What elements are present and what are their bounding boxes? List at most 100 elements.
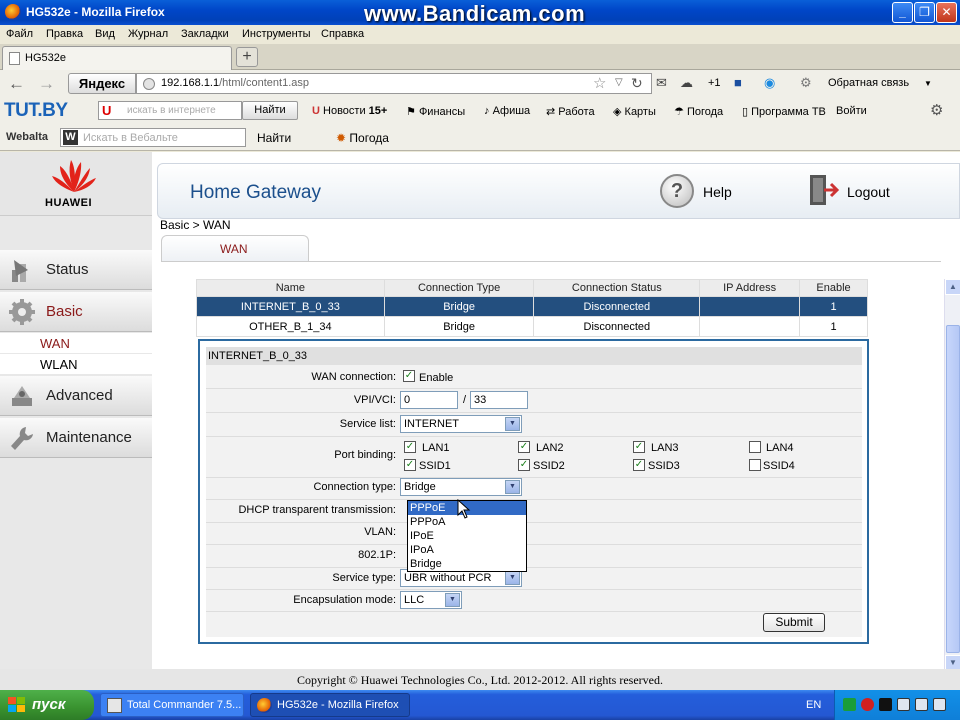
tray-magnifier3-icon[interactable] (933, 698, 946, 711)
table-row[interactable]: INTERNET_B_0_33 Bridge Disconnected 1 (196, 296, 868, 317)
tutby-login-link[interactable]: Войти (836, 105, 867, 117)
option-ipoa[interactable]: IPoA (408, 543, 526, 557)
menu-bookmarks[interactable]: Закладки (181, 28, 229, 40)
close-button[interactable]: ✕ (936, 2, 957, 23)
tutby-jobs-link[interactable]: ⇄ Работа (546, 105, 595, 118)
menu-file[interactable]: Файл (6, 28, 33, 40)
taskbar-item-firefox[interactable]: HG532e - Mozilla Firefox (250, 693, 410, 717)
tray-app-icon[interactable] (879, 698, 892, 711)
service-list-value: INTERNET (404, 418, 459, 430)
logout-link[interactable]: Logout (847, 184, 890, 200)
wan-enable-checkbox[interactable]: ✓ (403, 370, 415, 382)
webalta-logo[interactable]: Webalta (6, 131, 48, 143)
tab-wan[interactable]: WAN (161, 235, 309, 261)
settings-icon[interactable]: ⚙ (800, 75, 812, 91)
new-tab-button[interactable]: + (236, 47, 258, 67)
feedback-link[interactable]: Обратная связь (828, 77, 909, 89)
option-ipoe[interactable]: IPoE (408, 529, 526, 543)
tutby-maps-link[interactable]: ◈ Карты (613, 105, 656, 118)
page-title: Home Gateway (190, 182, 321, 203)
bookmark-star-icon[interactable]: ☆ (593, 74, 606, 92)
sidebar-item-status[interactable]: Status (0, 250, 152, 290)
wan-connections-table: Name Connection Type Connection Status I… (196, 279, 868, 337)
tutby-search-input[interactable]: U искать в интернете (98, 101, 242, 120)
port-lan4-checkbox[interactable] (749, 441, 761, 453)
sidebar-item-maintenance[interactable]: Maintenance (0, 418, 152, 458)
webalta-find-button[interactable]: Найти (257, 131, 291, 145)
webalta-search-input[interactable]: W Искать в Вебальте (60, 128, 246, 147)
sidebar-subitem-wan-label: WAN (40, 336, 70, 351)
tab-hg532e[interactable]: HG532e (2, 46, 232, 70)
tray-magnifier-icon[interactable] (897, 698, 910, 711)
port-lan1-checkbox[interactable]: ✓ (404, 441, 416, 453)
tutby-news-link[interactable]: U Новости 15+ (312, 105, 387, 117)
tutby-gear-icon[interactable]: ⚙ (930, 101, 943, 119)
tutby-find-button[interactable]: Найти (242, 101, 298, 120)
menu-view[interactable]: Вид (95, 28, 115, 40)
column-header-connection-type: Connection Type (383, 279, 535, 297)
sidebar-item-advanced[interactable]: Advanced (0, 376, 152, 416)
column-header-name: Name (196, 279, 385, 297)
back-icon[interactable]: ← (8, 74, 25, 94)
help-link[interactable]: Help (703, 184, 732, 200)
vpi-input[interactable]: 0 (400, 391, 458, 409)
port-ssid1-checkbox[interactable]: ✓ (404, 459, 416, 471)
help-icon[interactable]: ? (660, 174, 694, 208)
cloud-icon[interactable]: ☁ (680, 75, 693, 91)
feedback-dropdown-icon[interactable]: ▼ (924, 79, 932, 88)
start-button[interactable]: пуск (0, 690, 94, 720)
restore-button[interactable]: ❐ (914, 2, 935, 23)
port-ssid4-checkbox[interactable] (749, 459, 761, 471)
tutby-weather-link[interactable]: ☂ Погода (674, 105, 723, 118)
tutby-finance-link[interactable]: ⚑ Финансы (406, 105, 465, 118)
sidebar-subitem-wan[interactable]: WAN (0, 333, 152, 353)
tutby-logo[interactable]: TUT.BY (4, 100, 68, 122)
mail-icon[interactable]: ✉ (656, 75, 667, 91)
tray-magnifier2-icon[interactable] (915, 698, 928, 711)
scroll-up-icon[interactable]: ▲ (945, 279, 960, 295)
port-lan2-checkbox[interactable]: ✓ (518, 441, 530, 453)
sidebar: HUAWEI Status Basic WAN WLAN Advanced Ma… (0, 152, 152, 690)
menu-tools[interactable]: Инструменты (242, 28, 311, 40)
webalta-weather-link[interactable]: ✹ Погода (336, 131, 389, 145)
submit-button[interactable]: Submit (763, 613, 825, 632)
sidebar-item-basic[interactable]: Basic (0, 292, 152, 332)
tutby-tv-link[interactable]: ▯ Программа ТВ (742, 105, 826, 118)
encapsulation-select[interactable]: LLC ▼ (400, 591, 462, 609)
port-ssid3-checkbox[interactable]: ✓ (633, 459, 645, 471)
cloud-count: +1 (708, 77, 721, 89)
table-row[interactable]: OTHER_B_1_34 Bridge Disconnected 1 (196, 316, 868, 337)
tray-record-icon[interactable] (861, 698, 874, 711)
translate-icon[interactable]: ■ (734, 75, 742, 90)
sidebar-subitem-wlan[interactable]: WLAN (0, 354, 152, 374)
tv-icon: ▯ (742, 106, 749, 118)
port-lan3-checkbox[interactable]: ✓ (633, 441, 645, 453)
yandex-bar-icon[interactable]: ◉ (764, 75, 775, 91)
taskbar-item-total-commander[interactable]: Total Commander 7.5... (100, 693, 244, 717)
language-indicator[interactable]: EN (806, 699, 821, 711)
url-dropdown-icon[interactable]: ▽ (615, 77, 623, 88)
option-bridge[interactable]: Bridge (408, 557, 526, 571)
jobs-label: Работа (558, 106, 595, 118)
service-list-select[interactable]: INTERNET ▼ (400, 415, 522, 433)
url-bar[interactable]: 192.168.1.1/html/content1.asp ☆ ▽ ↻ (136, 73, 652, 94)
minimize-button[interactable]: _ (892, 2, 913, 23)
page-scrollbar[interactable]: ▲ ▼ (944, 279, 960, 671)
service-type-value: UBR without PCR (404, 572, 492, 584)
forward-icon[interactable]: → (38, 74, 55, 94)
menu-help[interactable]: Справка (321, 28, 364, 40)
logout-icon[interactable] (806, 173, 840, 207)
menu-history[interactable]: Журнал (128, 28, 168, 40)
scroll-thumb[interactable] (946, 325, 960, 653)
page-icon (9, 52, 20, 65)
reload-icon[interactable]: ↻ (631, 75, 643, 92)
menu-edit[interactable]: Правка (46, 28, 83, 40)
connection-type-select[interactable]: Bridge ▼ (400, 478, 522, 496)
sidebar-subitem-wlan-label: WLAN (40, 357, 78, 372)
vci-input[interactable]: 33 (470, 391, 528, 409)
port-ssid2-checkbox[interactable]: ✓ (518, 459, 530, 471)
yandex-button[interactable]: Яндекс (68, 73, 136, 94)
tray-network-icon[interactable] (843, 698, 856, 711)
window-titlebar: HG532e - Mozilla Firefox www.Bandicam.co… (0, 0, 960, 26)
tutby-afisha-link[interactable]: ♪ Афиша (484, 105, 530, 117)
